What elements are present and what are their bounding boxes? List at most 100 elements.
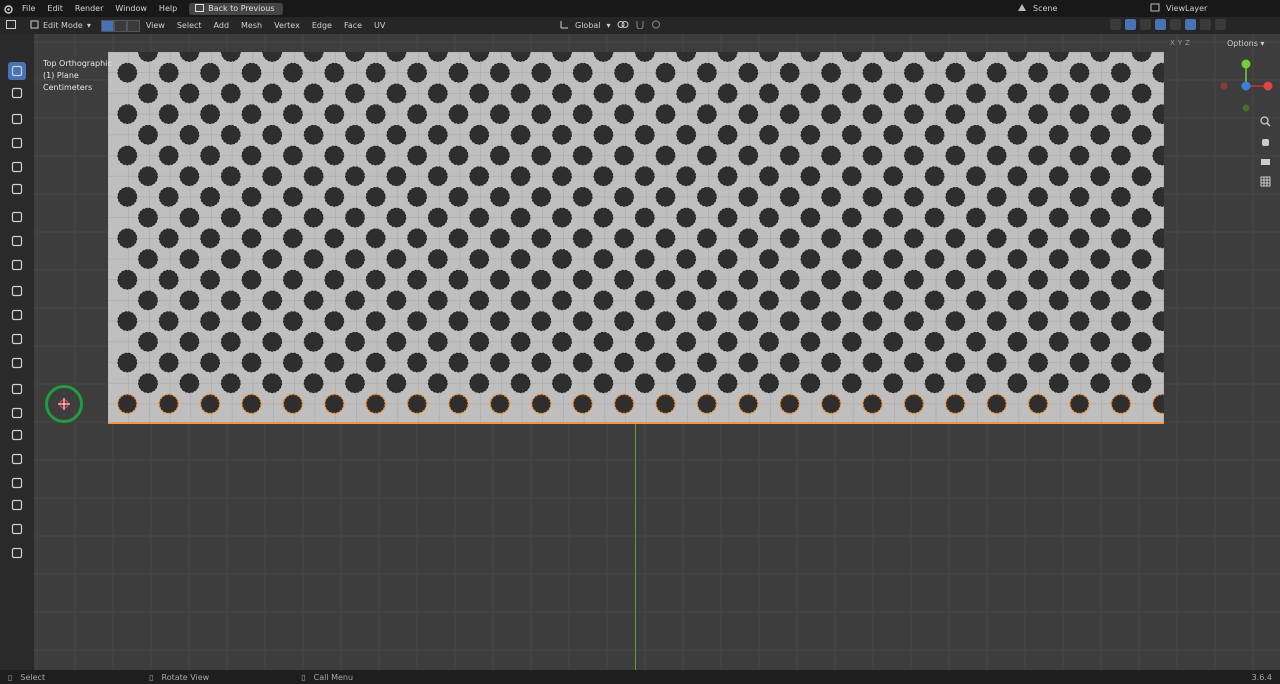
mesh-hole: [1111, 228, 1131, 249]
menu-vertex[interactable]: Vertex: [268, 21, 306, 30]
menu-edge[interactable]: Edge: [306, 21, 338, 30]
knife-icon[interactable]: [8, 380, 26, 398]
axis-x-toggle[interactable]: X: [1170, 39, 1175, 47]
zoom-icon[interactable]: [1258, 114, 1272, 128]
smooth-icon[interactable]: [8, 450, 26, 468]
measure-icon[interactable]: [8, 232, 26, 250]
spin-icon[interactable]: [8, 426, 26, 444]
mesh-hole: [655, 62, 676, 83]
gizmo-toggle-icon[interactable]: [1125, 19, 1136, 30]
mesh-hole: [303, 249, 324, 269]
3d-viewport[interactable]: [34, 34, 1280, 670]
pan-hand-icon[interactable]: [1258, 134, 1272, 148]
camera-icon[interactable]: [1258, 154, 1272, 168]
mesh-hole: [655, 145, 676, 166]
mesh-hole: [904, 186, 924, 207]
mesh-hole: [200, 186, 220, 207]
poly-build-icon[interactable]: [8, 404, 26, 422]
ortho-grid-icon[interactable]: [1258, 174, 1272, 188]
xray-toggle-icon[interactable]: [1155, 19, 1166, 30]
mesh-hole: [697, 352, 717, 373]
axis-y-toggle[interactable]: Y: [1178, 39, 1182, 47]
blender-logo-icon[interactable]: [0, 0, 16, 17]
overlay-toggle-icon[interactable]: [1140, 19, 1151, 30]
shrink-fatten-icon[interactable]: [8, 496, 26, 514]
view-layer-selector[interactable]: ViewLayer: [1150, 2, 1276, 15]
mesh-hole: [945, 311, 966, 332]
mode-dropdown[interactable]: Edit Mode ▾: [24, 20, 97, 31]
menu-add[interactable]: Add: [208, 21, 236, 30]
rendered-shading-icon[interactable]: [1215, 19, 1226, 30]
inset-icon[interactable]: [8, 306, 26, 324]
bevel-icon[interactable]: [8, 330, 26, 348]
scale-icon[interactable]: [8, 158, 26, 176]
mesh-hole: [199, 393, 221, 415]
menu-select[interactable]: Select: [171, 21, 208, 30]
proportional-edit-icon[interactable]: [651, 20, 661, 31]
mesh-hole: [1028, 228, 1048, 249]
vertex-select-icon[interactable]: [100, 19, 114, 32]
material-shading-icon[interactable]: [1200, 19, 1211, 30]
shear-icon[interactable]: [8, 520, 26, 538]
rip-icon[interactable]: [8, 544, 26, 562]
menu-window[interactable]: Window: [109, 0, 153, 17]
editor-type-icon[interactable]: [0, 20, 24, 31]
pivot-icon[interactable]: [617, 20, 629, 31]
mesh-hole: [986, 62, 1007, 83]
back-to-previous-button[interactable]: Back to Previous: [189, 2, 283, 15]
select-box-icon[interactable]: [8, 62, 26, 80]
mesh-hole: [572, 352, 593, 373]
wireframe-shading-icon[interactable]: [1170, 19, 1181, 30]
mesh-hole: [386, 331, 407, 352]
cursor-icon[interactable]: [8, 84, 26, 102]
axis-z-toggle[interactable]: Z: [1185, 39, 1190, 47]
mesh-hole: [282, 104, 303, 124]
menu-uv[interactable]: UV: [368, 21, 391, 30]
mesh-hole: [365, 104, 386, 124]
orientation-dropdown[interactable]: Global: [575, 21, 601, 30]
mesh-hole: [241, 186, 262, 207]
mesh-hole: [759, 290, 779, 311]
solid-shading-icon[interactable]: [1185, 19, 1196, 30]
transform-icon[interactable]: [8, 180, 26, 198]
mesh-hole: [738, 186, 759, 207]
menu-view[interactable]: View: [140, 21, 171, 30]
plane-mesh[interactable]: [107, 42, 1173, 424]
face-select-icon[interactable]: [126, 19, 140, 32]
scene-selector[interactable]: Scene: [1017, 2, 1132, 15]
mesh-hole: [614, 145, 634, 166]
mesh-hole: [117, 104, 138, 124]
3d-cursor[interactable]: [45, 385, 83, 423]
mesh-hole: [841, 124, 862, 145]
mesh-hole: [945, 352, 966, 373]
menu-render[interactable]: Render: [69, 0, 109, 17]
menu-face[interactable]: Face: [338, 21, 368, 30]
menu-mesh[interactable]: Mesh: [235, 21, 268, 30]
visibility-icon[interactable]: [1110, 19, 1121, 30]
options-dropdown[interactable]: Options ▾: [1227, 39, 1264, 48]
loop-cut-icon[interactable]: [8, 354, 26, 372]
menu-help[interactable]: Help: [153, 0, 183, 17]
extrude-icon[interactable]: [8, 282, 26, 300]
snap-icon[interactable]: [635, 20, 645, 31]
mesh-hole: [655, 186, 676, 207]
mesh-hole: [138, 83, 158, 104]
menu-edit[interactable]: Edit: [41, 0, 69, 17]
annotate-icon[interactable]: [8, 208, 26, 226]
mesh-hole: [1007, 166, 1028, 187]
mesh-hole: [738, 393, 759, 415]
mesh-hole: [220, 166, 241, 187]
mesh-hole: [1090, 83, 1111, 104]
add-cube-icon[interactable]: [8, 256, 26, 274]
mesh-hole: [489, 393, 511, 415]
edge-slide-icon[interactable]: [8, 474, 26, 492]
mesh-hole: [697, 228, 717, 249]
move-icon[interactable]: [8, 110, 26, 128]
mesh-hole: [158, 393, 179, 415]
menu-file[interactable]: File: [16, 0, 41, 17]
mesh-hole: [469, 166, 490, 187]
rotate-icon[interactable]: [8, 134, 26, 152]
navigation-gizmo[interactable]: [1218, 58, 1274, 114]
edge-select-icon[interactable]: [113, 19, 127, 32]
mesh-hole: [572, 311, 593, 332]
